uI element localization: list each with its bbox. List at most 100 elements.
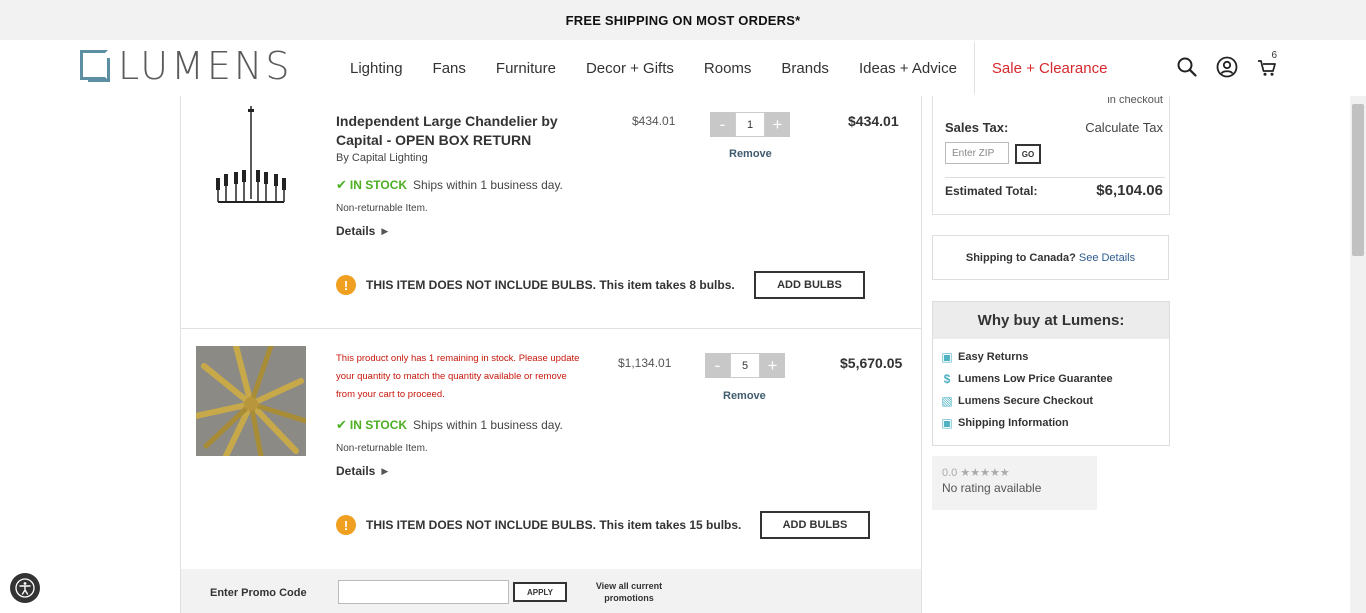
lock-icon: ▧ [941,394,953,408]
why-item-shipping-info[interactable]: ▣ Shipping Information [941,416,1069,430]
why-item-label: Lumens Secure Checkout [958,395,1094,407]
nav-item-sale-clearance[interactable]: Sale + Clearance [977,60,1123,77]
unit-price: $1,134.01 [618,356,672,370]
bulb-notice-text: THIS ITEM DOES NOT INCLUDE BULBS. This i… [366,518,742,532]
why-item-secure-checkout[interactable]: ▧ Lumens Secure Checkout [941,394,1093,408]
canada-question: Shipping to Canada? [965,251,1076,264]
quantity-stepper: - 1 + [710,112,790,137]
unit-price: $434.01 [632,114,676,128]
product-image-chandelier[interactable] [196,104,306,214]
estimated-total-label: Estimated Total: [945,184,1038,198]
add-bulbs-button[interactable]: ADD BULBS [754,271,865,299]
scrollbar-thumb[interactable] [1352,104,1364,256]
view-promotions-link[interactable]: View all current promotions [586,580,672,604]
rating-text: No rating available [942,481,1042,495]
low-stock-warning: This product only has 1 remaining in sto… [336,353,580,400]
check-icon: ✔ [336,177,347,192]
details-toggle[interactable]: Details ▶ [336,464,388,478]
cart-icon[interactable]: 6 [1254,50,1280,80]
nav-item-rooms[interactable]: Rooms [689,60,767,77]
cart-item: This product only has 1 remaining in sto… [181,329,921,569]
why-item-label: Lumens Low Price Guarantee [958,373,1113,385]
rating-stars-icon: ★★★★★ [960,467,1010,479]
rating-score: 0.0 [942,467,958,479]
search-icon[interactable] [1174,54,1200,80]
product-image-sputnik[interactable] [193,343,309,459]
cart-count-badge: 6 [1271,50,1277,61]
remove-link[interactable]: Remove [723,390,766,402]
nav-item-lighting[interactable]: Lighting [335,60,418,77]
apply-promo-button[interactable]: APPLY [513,582,567,602]
cart-item: Independent Large Chandelier by Capital … [181,96,921,329]
warning-icon: ! [336,275,356,295]
why-item-label: Easy Returns [958,351,1029,363]
nav-item-brands[interactable]: Brands [766,60,844,77]
bulb-notice: ! THIS ITEM DOES NOT INCLUDE BULBS. This… [336,515,741,535]
canada-shipping-box: Shipping to Canada? See Details [932,235,1169,280]
triangle-right-icon: ▶ [381,225,389,236]
add-bulbs-button[interactable]: ADD BULBS [760,511,870,539]
free-shipping-banner: FREE SHIPPING ON MOST ORDERS* [0,0,1366,40]
sales-tax-label: Sales Tax: [945,120,1009,135]
zip-input[interactable]: Enter ZIP [945,142,1009,164]
check-icon: ✔ [336,417,347,432]
in-stock-label: IN STOCK [349,178,408,192]
remove-link[interactable]: Remove [729,148,772,160]
accessibility-icon[interactable] [10,573,40,603]
site-header: LUMENS Lighting Fans Furniture Decor + G… [0,40,1350,96]
logo-text: LUMENS [118,44,293,88]
nav-item-decor-gifts[interactable]: Decor + Gifts [571,60,689,77]
shipping-note: Ships within 1 business day. [413,418,563,432]
details-toggle[interactable]: Details ▶ [336,224,388,238]
stock-status: ✔ IN STOCK Ships within 1 business day. [336,177,563,193]
see-details-link[interactable]: See Details [1079,252,1135,264]
rating-widget[interactable]: 0.0 ★★★★★ No rating available [932,456,1097,510]
qty-increase-button[interactable]: + [760,353,785,378]
qty-increase-button[interactable]: + [765,112,790,137]
stock-status: ✔ IN STOCK Ships within 1 business day. [336,417,563,433]
page-scrollbar[interactable] [1350,96,1366,613]
nav-item-fans[interactable]: Fans [418,60,481,77]
summary-divider [945,177,1165,178]
product-brand[interactable]: By Capital Lighting [336,152,428,164]
qty-decrease-button[interactable]: - [710,112,735,137]
nav-item-furniture[interactable]: Furniture [481,60,571,77]
product-title[interactable]: Independent Large Chandelier by Capital … [336,112,606,150]
promo-code-row: Enter Promo Code APPLY View all current … [181,569,921,613]
promo-code-input[interactable] [338,580,509,604]
bulb-notice: ! THIS ITEM DOES NOT INCLUDE BULBS. This… [336,275,735,295]
calculate-tax-link[interactable]: Calculate Tax [1085,120,1163,135]
why-item-easy-returns[interactable]: ▣ Easy Returns [941,350,1028,364]
in-stock-label: IN STOCK [349,418,408,432]
nav-item-ideas-advice[interactable]: Ideas + Advice [844,60,972,77]
details-label: Details [336,224,376,238]
qty-input[interactable]: 5 [730,353,760,378]
estimated-total-value: $6,104.06 [1096,182,1163,199]
qty-decrease-button[interactable]: - [705,353,730,378]
dollar-icon: $ [943,372,951,386]
zip-go-button[interactable]: GO [1015,144,1041,164]
lumens-logo[interactable]: LUMENS [80,44,293,88]
account-icon[interactable] [1214,54,1240,80]
why-item-price-guarantee[interactable]: $ Lumens Low Price Guarantee [941,372,1113,386]
line-total: $434.01 [848,113,899,129]
order-summary: in checkout Sales Tax: Calculate Tax Ent… [932,94,1170,215]
why-buy-box: Why buy at Lumens: ▣ Easy Returns $ Lume… [932,301,1170,446]
bulb-notice-text: THIS ITEM DOES NOT INCLUDE BULBS. This i… [366,278,735,292]
cart-items-panel: Independent Large Chandelier by Capital … [180,96,922,613]
free-shipping-text: FREE SHIPPING ON MOST ORDERS* [565,12,801,28]
main-nav: Lighting Fans Furniture Decor + Gifts Ro… [335,40,1122,96]
quantity-stepper: - 5 + [705,353,785,378]
triangle-right-icon: ▶ [381,465,389,476]
why-buy-title: Why buy at Lumens: [933,302,1169,339]
non-returnable-note: Non-returnable Item. [336,203,428,214]
details-label: Details [336,464,376,478]
logo-mark-icon [80,50,110,82]
box-icon: ▣ [941,350,953,364]
shipping-note: Ships within 1 business day. [413,178,563,192]
why-item-label: Shipping Information [958,417,1069,429]
header-icons: 6 [1174,50,1280,80]
nav-divider [973,42,975,94]
warning-icon: ! [336,515,356,535]
qty-input[interactable]: 1 [735,112,765,137]
